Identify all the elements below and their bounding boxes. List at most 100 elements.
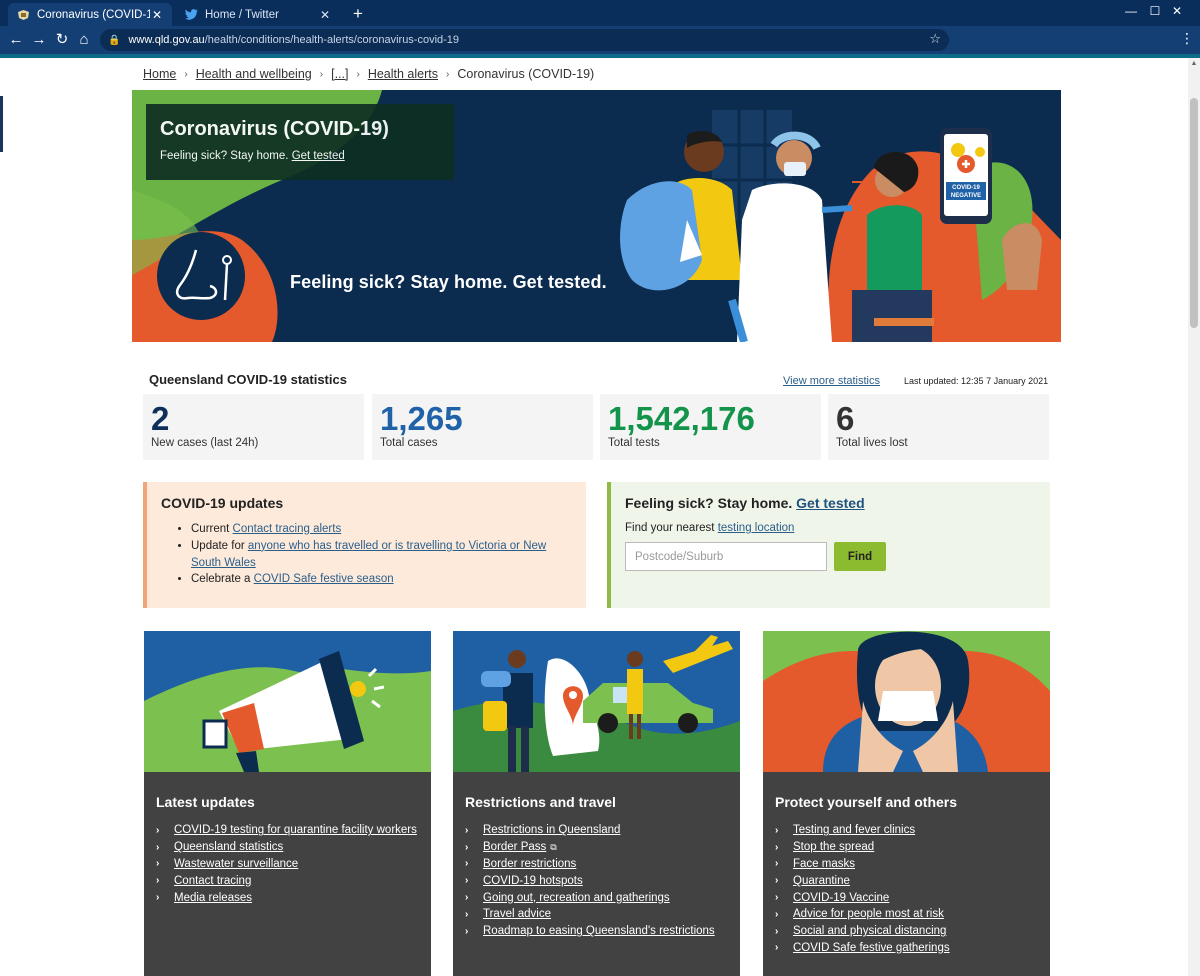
list-item: › Stop the spread	[775, 839, 950, 856]
breadcrumb-separator-icon: ›	[446, 68, 450, 80]
list-item: › Border Pass ⧉	[465, 839, 715, 856]
stat-label: Total lives lost	[836, 437, 908, 449]
updates-heading: COVID-19 updates	[161, 495, 284, 511]
card-link[interactable]: Testing and fever clinics	[793, 824, 915, 836]
card-link[interactable]: Border Pass	[483, 841, 546, 853]
browser-tab-bar: Coronavirus (COVID-19) | Health ✕ Home /…	[0, 0, 1200, 26]
list-item: › Media releases	[156, 889, 417, 906]
list-item: › Border restrictions	[465, 856, 715, 873]
chevron-right-icon: ›	[775, 824, 779, 836]
list-item: › Wastewater surveillance	[156, 856, 417, 873]
scrollbar-thumb[interactable]	[1190, 98, 1198, 328]
card-link[interactable]: COVID-19 Vaccine	[793, 892, 889, 904]
updates-list: Current Contact tracing alerts Update fo…	[161, 521, 572, 588]
card-link[interactable]: Wastewater surveillance	[174, 858, 298, 870]
chevron-right-icon: ›	[775, 892, 779, 904]
address-bar[interactable]: 🔒 www.qld.gov.au/health/conditions/healt…	[100, 29, 949, 51]
list-item: › Face masks	[775, 856, 950, 873]
card-link[interactable]: COVID-19 testing for quarantine facility…	[174, 824, 417, 836]
get-tested-link[interactable]: Get tested	[796, 495, 864, 511]
chevron-right-icon: ›	[156, 824, 160, 836]
breadcrumb-ellipsis[interactable]: [...]	[331, 67, 348, 81]
breadcrumb-home[interactable]: Home	[143, 67, 176, 81]
card-link[interactable]: Travel advice	[483, 908, 551, 920]
card-link[interactable]: COVID-19 hotspots	[483, 875, 583, 887]
postcode-suburb-input[interactable]	[625, 542, 827, 571]
list-item-prefix: Update for	[191, 539, 248, 552]
chevron-right-icon: ›	[775, 841, 779, 853]
tab-title: Home / Twitter	[205, 8, 279, 21]
chevron-right-icon: ›	[775, 925, 779, 937]
stat-card-lives-lost: 6 Total lives lost	[828, 394, 1049, 460]
stat-value: 2	[151, 400, 170, 437]
home-button[interactable]: ⌂	[74, 30, 94, 50]
scroll-up-arrow-icon[interactable]: ▲	[1188, 60, 1200, 67]
card-link[interactable]: Face masks	[793, 858, 855, 870]
list-item: Current Contact tracing alerts	[191, 521, 572, 538]
find-location-prefix: Find your nearest	[625, 522, 715, 534]
card-link[interactable]: Border restrictions	[483, 858, 576, 870]
window-close-button[interactable]: ✕	[1154, 0, 1200, 24]
breadcrumb-current: Coronavirus (COVID-19)	[457, 67, 595, 81]
stat-card-total-tests: 1,542,176 Total tests	[600, 394, 821, 460]
stats-last-updated: Last updated: 12:35 7 January 2021	[904, 376, 1049, 386]
megaphone-illustration	[144, 631, 431, 772]
card-link[interactable]: Queensland statistics	[174, 841, 283, 853]
chevron-right-icon: ›	[465, 875, 469, 887]
stat-card-new-cases: 2 New cases (last 24h)	[143, 394, 364, 460]
testing-location-link[interactable]: testing location	[718, 522, 795, 534]
back-button[interactable]: ←	[6, 30, 26, 50]
chevron-right-icon: ›	[775, 858, 779, 870]
browser-toolbar: ← → ↻ ⌂ 🔒 www.qld.gov.au/health/conditio…	[0, 26, 1200, 54]
card-link[interactable]: Going out, recreation and gatherings	[483, 892, 670, 904]
list-item: › COVID-19 hotspots	[465, 872, 715, 889]
card-link[interactable]: Restrictions in Queensland	[483, 824, 620, 836]
chevron-right-icon: ›	[465, 858, 469, 870]
left-edge-strip	[0, 96, 3, 152]
close-icon[interactable]: ✕	[150, 8, 164, 22]
chevron-right-icon: ›	[156, 892, 160, 904]
breadcrumb: Home › Health and wellbeing › [...] › He…	[143, 67, 594, 81]
hero-get-tested-link[interactable]: Get tested	[292, 150, 345, 162]
card-link[interactable]: Social and physical distancing	[793, 925, 946, 937]
chevron-right-icon: ›	[775, 875, 779, 887]
contact-tracing-alerts-link[interactable]: Contact tracing alerts	[233, 523, 342, 535]
card-title: Restrictions and travel	[465, 794, 616, 810]
tab-coronavirus[interactable]: Coronavirus (COVID-19) | Health ✕	[8, 3, 172, 26]
twitter-icon	[184, 8, 198, 22]
view-more-statistics-link[interactable]: View more statistics	[783, 375, 880, 387]
close-icon[interactable]: ✕	[318, 8, 332, 22]
list-item-prefix: Current	[191, 523, 233, 535]
card-link[interactable]: Advice for people most at risk	[793, 908, 944, 920]
url-host: www.qld.gov.au	[128, 34, 205, 46]
vertical-scrollbar[interactable]: ▲	[1188, 58, 1200, 976]
card-link[interactable]: Quarantine	[793, 875, 850, 887]
chevron-right-icon: ›	[465, 892, 469, 904]
breadcrumb-health-and-wellbeing[interactable]: Health and wellbeing	[196, 67, 312, 81]
covid-safe-festive-link[interactable]: COVID Safe festive season	[254, 573, 394, 585]
reload-button[interactable]: ↻	[52, 30, 72, 50]
lock-icon: 🔒	[108, 34, 121, 46]
forward-button[interactable]: →	[29, 30, 49, 50]
card-link[interactable]: Contact tracing	[174, 875, 251, 887]
card-link[interactable]: Roadmap to easing Queensland's restricti…	[483, 925, 715, 937]
card-link[interactable]: Stop the spread	[793, 841, 874, 853]
breadcrumb-separator-icon: ›	[319, 68, 324, 80]
breadcrumb-separator-icon: ›	[184, 68, 188, 80]
breadcrumb-health-alerts[interactable]: Health alerts	[368, 67, 438, 81]
hero-title-box: Coronavirus (COVID-19) Feeling sick? Sta…	[146, 104, 454, 180]
tab-twitter[interactable]: Home / Twitter ✕	[176, 3, 340, 26]
card-link[interactable]: COVID Safe festive gatherings	[793, 942, 950, 954]
stats-heading: Queensland COVID-19 statistics	[149, 372, 347, 387]
find-button[interactable]: Find	[834, 542, 886, 571]
nose-swab-icon	[157, 232, 245, 320]
card-links-list: › Testing and fever clinics › Stop the spr…	[775, 822, 950, 956]
new-tab-button[interactable]: +	[348, 4, 368, 24]
bookmark-star-icon[interactable]: ☆	[929, 31, 941, 47]
card-title: Protect yourself and others	[775, 794, 958, 810]
crest-icon	[16, 8, 30, 22]
browser-menu-icon[interactable]: ⋮	[1180, 30, 1194, 47]
card-link[interactable]: Media releases	[174, 892, 252, 904]
list-item: › Contact tracing	[156, 872, 417, 889]
chevron-right-icon: ›	[465, 908, 469, 920]
